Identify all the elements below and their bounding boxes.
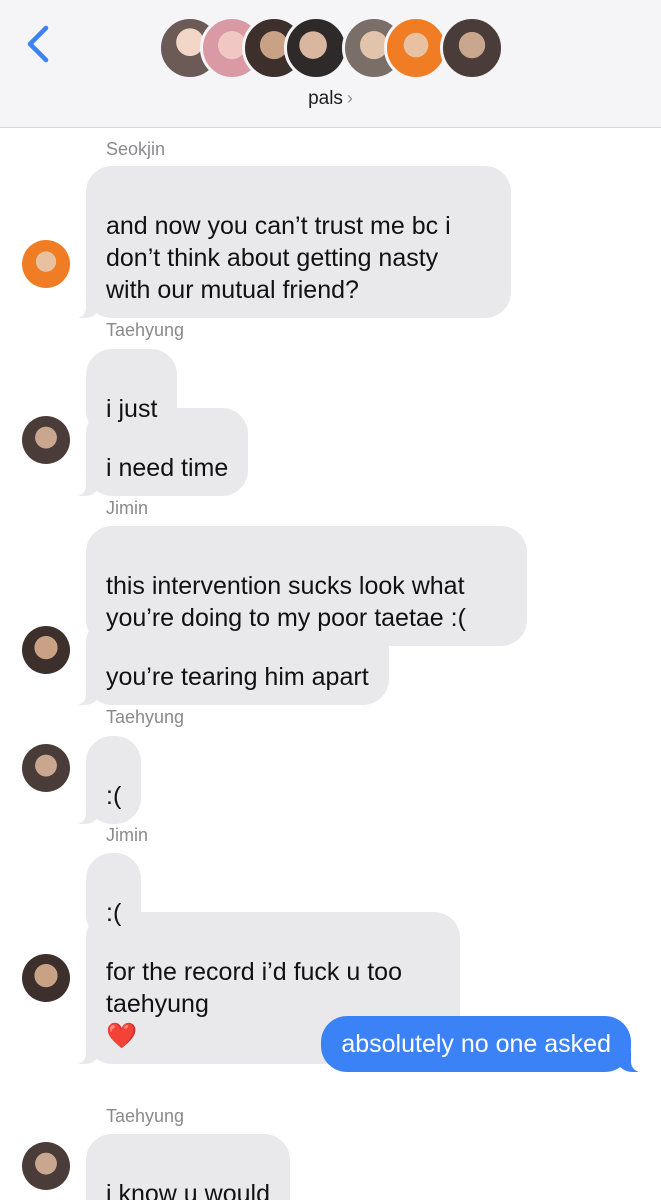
heart-emoji: ❤️ [106,1022,138,1050]
message-text: absolutely no one asked [341,1030,611,1058]
sender-avatar [22,416,70,464]
sender-avatar [22,744,70,792]
conversation-header: pals › [0,0,661,128]
message-text: :( [106,899,122,927]
message-bubble[interactable]: this intervention sucks look what you’re… [86,526,527,646]
member-avatar [284,16,348,80]
sender-name: Taehyung [106,707,185,727]
group-avatars[interactable] [158,16,508,82]
message-text: for the record i’d fuck u too taehyung [106,958,402,1018]
group-name: pals [308,88,343,109]
member-avatar [440,16,504,80]
sender-avatar [22,1142,70,1190]
message-bubble[interactable]: i know u would ❤️❤️ [86,1134,290,1200]
message-text: you’re tearing him apart [106,663,369,691]
message-text: i know u would [106,1180,270,1200]
sender-avatar [22,240,70,288]
sender-avatar [22,954,70,1002]
sender-name: Jimin [106,825,149,845]
message-bubble[interactable]: and now you can’t trust me bc i don’t th… [74,166,511,318]
chevron-left-icon [27,25,49,63]
member-avatar [384,16,448,80]
message-text: this intervention sucks look what you’re… [106,572,466,632]
message-text: i need time [106,454,229,482]
chevron-right-icon: › [346,88,353,108]
back-button[interactable] [22,22,56,66]
group-name-button[interactable]: pals › [0,88,661,110]
sent-message-bubble[interactable]: absolutely no one asked [321,1016,643,1072]
sender-avatar [22,626,70,674]
sender-name: Taehyung [106,320,185,340]
message-text: and now you can’t trust me bc i don’t th… [106,212,451,304]
sender-name: Taehyung [106,1106,185,1126]
message-bubble[interactable]: :( [73,736,142,824]
message-text: i just [106,395,158,423]
sender-name: Jimin [106,498,149,518]
sender-name: Seokjin [106,139,166,159]
message-text: :( [106,782,122,810]
